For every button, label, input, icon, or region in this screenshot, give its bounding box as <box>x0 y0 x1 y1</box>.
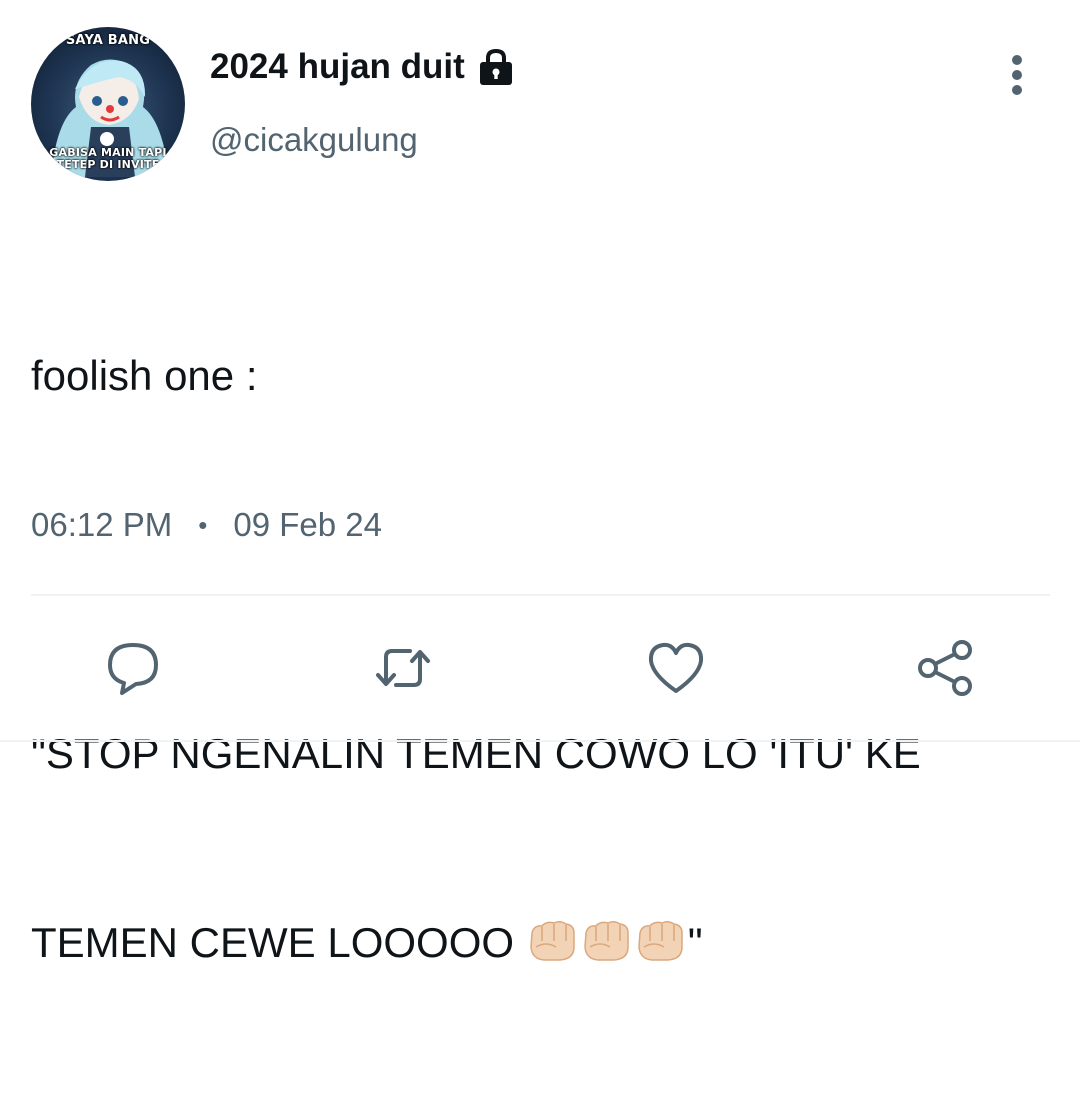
retweet-icon <box>376 649 430 687</box>
tweet-time[interactable]: 06:12 PM <box>31 506 172 544</box>
reply-button[interactable] <box>102 637 164 699</box>
fist-icon <box>634 917 686 961</box>
tweet-line-3-text: TEMEN CEWE LOOOOO <box>31 919 526 966</box>
like-button[interactable] <box>645 637 707 699</box>
display-name[interactable]: 2024 hujan duit <box>210 47 515 87</box>
lock-icon <box>477 47 515 87</box>
user-handle[interactable]: @cicakgulung <box>210 121 418 159</box>
avatar-caption-top: SAYA BANG <box>65 33 151 48</box>
divider <box>0 740 1080 742</box>
share-icon <box>918 640 972 696</box>
tweet-line-3: TEMEN CEWE LOOOOO " <box>31 911 1051 974</box>
tweet-date[interactable]: 09 Feb 24 <box>233 506 382 544</box>
tweet-line-2: "STOP NGENALIN TEMEN COWO LO 'ITU' KE <box>31 730 921 777</box>
tweet-line-1: foolish one : <box>31 352 258 399</box>
fist-icon <box>526 917 578 961</box>
divider <box>31 594 1050 596</box>
avatar-caption-bottom: GABISA MAIN TAPI TETEP DI INVITE <box>31 147 185 171</box>
tweet-card: SAYA BANG GABISA MAIN TAPI TETEP DI INVI… <box>0 0 1080 966</box>
avatar[interactable]: SAYA BANG GABISA MAIN TAPI TETEP DI INVI… <box>31 27 185 181</box>
more-vertical-icon <box>1012 55 1022 95</box>
heart-icon <box>648 642 704 693</box>
avatar-caption-line2: TETEP DI INVITE <box>56 158 160 171</box>
more-options-button[interactable] <box>1000 52 1034 98</box>
retweet-button[interactable] <box>372 637 434 699</box>
tweet-text: foolish one : "STOP NGENALIN TEMEN COWO … <box>31 218 1051 1100</box>
tweet-line-3-end: " <box>687 919 703 966</box>
comment-icon <box>108 643 158 695</box>
display-name-text: 2024 hujan duit <box>210 47 465 86</box>
share-button[interactable] <box>914 637 976 699</box>
tweet-meta: 06:12 PM • 09 Feb 24 <box>31 506 382 544</box>
meta-separator: • <box>198 509 208 540</box>
fist-icon <box>580 917 632 961</box>
